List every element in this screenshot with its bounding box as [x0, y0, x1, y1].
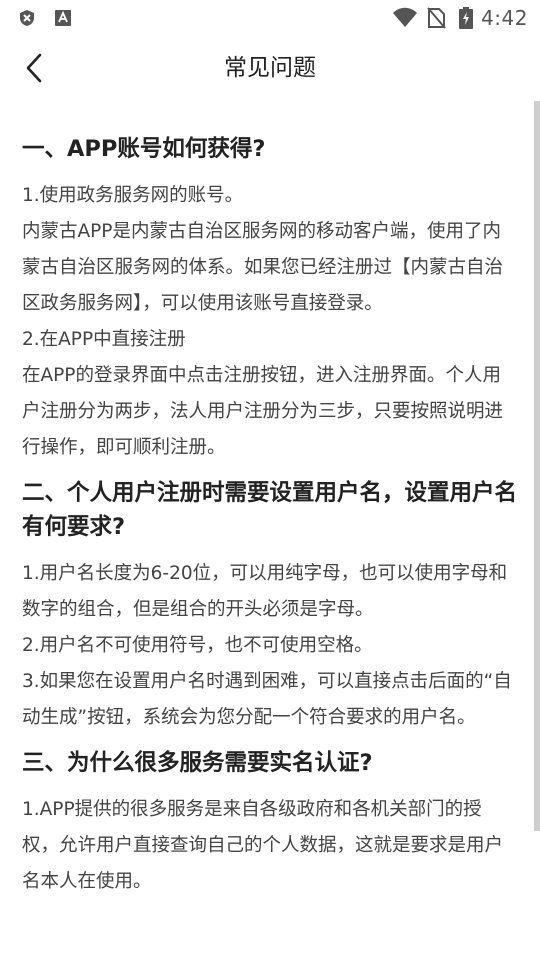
- faq-content[interactable]: 一、APP账号如何获得? 1.使用政务服务网的账号。 内蒙古APP是内蒙古自治区…: [0, 100, 540, 960]
- faq-question-2: 二、个人用户注册时需要设置用户名，设置用户名有何要求?: [22, 480, 518, 540]
- faq-answer-paragraph: 3.如果您在设置用户名时遇到困难，可以直接点击后面的“自动生成”按钮，系统会为您…: [22, 671, 512, 728]
- faq-question-1: 一、APP账号如何获得?: [22, 136, 266, 162]
- faq-answer-paragraph: 内蒙古APP是内蒙古自治区服务网的移动客户端，使用了内蒙古自治区服务网的体系。如…: [22, 221, 504, 314]
- faq-section-2: 二、个人用户注册时需要设置用户名，设置用户名有何要求? 1.用户名长度为6-20…: [22, 476, 518, 736]
- faq-answer-paragraph: 1.用户名长度为6-20位，可以用纯字母，也可以使用字母和数字的组合，但是组合的…: [22, 563, 508, 620]
- shield-icon: [20, 10, 34, 26]
- faq-answer-paragraph: 2.在APP中直接注册: [22, 329, 186, 350]
- status-time: 4:42: [481, 6, 528, 30]
- nav-bar: 常见问题: [0, 36, 540, 100]
- faq-section-3: 三、为什么很多服务需要实名认证? 1.APP提供的很多服务是来自各级政府和各机关…: [22, 746, 518, 900]
- a-icon: [55, 10, 71, 26]
- no-sim-icon: [427, 7, 446, 29]
- battery-charging-icon: [459, 7, 473, 29]
- wifi-icon: [393, 7, 417, 27]
- faq-section-1: 一、APP账号如何获得? 1.使用政务服务网的账号。 内蒙古APP是内蒙古自治区…: [22, 132, 518, 466]
- status-bar: 4:42: [0, 0, 540, 36]
- faq-answer-paragraph: 1.使用政务服务网的账号。: [22, 185, 244, 206]
- faq-answer-paragraph: 1.APP提供的很多服务是来自各级政府和各机关部门的授权，允许用户直接查询自己的…: [22, 799, 504, 892]
- faq-answer-paragraph: 2.用户名不可使用符号，也不可使用空格。: [22, 635, 373, 656]
- faq-question-3: 三、为什么很多服务需要实名认证?: [22, 750, 373, 776]
- page-title: 常见问题: [224, 55, 316, 81]
- faq-answer-paragraph: 在APP的登录界面中点击注册按钮，进入注册界面。个人用户注册分为两步，法人用户注…: [22, 365, 504, 458]
- scrollbar-thumb[interactable]: [534, 101, 540, 831]
